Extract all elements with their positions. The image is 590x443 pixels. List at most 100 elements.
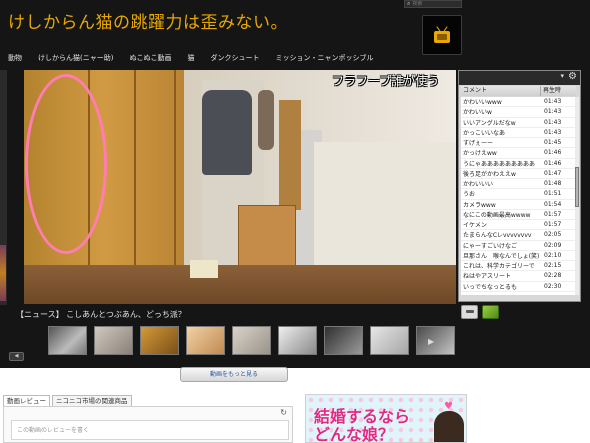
related-video-strip	[48, 326, 455, 356]
comment-panel-toolbar: ▾ ⚙	[459, 71, 580, 85]
left-ad-strip[interactable]	[0, 245, 6, 301]
related-video-thumb[interactable]	[370, 326, 409, 355]
scene-jacket	[202, 90, 252, 175]
comment-time: 01:46	[544, 159, 562, 167]
review-input[interactable]: この動画のレビューを書く	[11, 420, 289, 440]
related-video-thumb[interactable]	[232, 326, 271, 355]
comment-row[interactable]: これは、科学カテゴリーで 02:15	[461, 261, 576, 272]
tag-item[interactable]: 動物	[8, 53, 22, 63]
tv-button[interactable]	[422, 15, 462, 55]
comment-text: たまらんなCレvvvvvvvv	[463, 232, 532, 240]
comment-row[interactable]: たまらんなCレvvvvvvvv 02:05	[461, 230, 576, 241]
review-panel: ↻ この動画のレビューを書く	[3, 406, 293, 443]
gear-icon[interactable]: ⚙	[568, 71, 577, 82]
comment-time: 02:15	[544, 262, 562, 270]
comment-time: 02:30	[544, 282, 562, 290]
prev-arrow-icon[interactable]: ◀	[9, 352, 24, 361]
panel-buttons	[461, 305, 499, 319]
comment-row[interactable]: かわいいい 01:48	[461, 179, 576, 190]
comment-row[interactable]: かっこいいなあ 01:43	[461, 128, 576, 138]
ad-character	[434, 411, 464, 442]
comment-row[interactable]: すげぇーー 01:45	[461, 138, 576, 149]
comment-row[interactable]: かわいいw 01:43	[461, 107, 576, 118]
news-headline[interactable]: 【ニュース】 こしあんとつぶあん、どっち派？	[16, 309, 186, 320]
comment-time: 01:48	[544, 180, 562, 188]
comment-text: かっこいいなあ	[463, 129, 506, 137]
comment-row[interactable]: かわいいwww 01:43	[461, 97, 576, 108]
tag-item[interactable]: 猫	[187, 53, 194, 63]
tag-item[interactable]: ぬこぬこ動画	[129, 53, 171, 63]
comment-row[interactable]: ねはやアスリート 02:28	[461, 271, 576, 282]
comment-text: なにこの動画最高wwww	[463, 211, 531, 219]
comment-time: 01:43	[544, 108, 562, 116]
comment-text: かわいいwww	[463, 99, 502, 107]
related-video-thumb[interactable]	[186, 326, 225, 355]
comment-row[interactable]: 後ろ足がかわええw 01:47	[461, 169, 576, 179]
ad-banner[interactable]: ♥ 結婚するなら どんな娘？	[305, 394, 467, 443]
comment-text: かわいいい	[463, 181, 494, 189]
comment-time: 01:43	[544, 118, 562, 126]
related-video-thumb[interactable]	[278, 326, 317, 355]
comment-row[interactable]: カメラwww 01:54	[461, 200, 576, 210]
comment-text: これは、科学カテゴリーで	[463, 263, 535, 271]
related-video-thumb[interactable]	[324, 326, 363, 355]
column-header-comment[interactable]: コメント	[461, 86, 541, 96]
comment-row[interactable]: 旦那さん 喉なんでしょ(笑) 02:10	[461, 251, 576, 261]
column-header-time[interactable]: 再生時	[541, 86, 576, 96]
comment-row[interactable]: いっでちなっとるも 02:30	[461, 282, 576, 292]
comment-time: 01:43	[544, 98, 562, 106]
comment-row[interactable]: うにゃあああああああああ 01:46	[461, 159, 576, 169]
search-icon[interactable]: ⌕	[407, 1, 410, 7]
tag-item[interactable]: ミッション・ニャンポッシブル	[275, 53, 373, 63]
comment-text: いっでちなっとるも	[463, 283, 518, 291]
comment-row[interactable]: かっけえww 01:46	[461, 148, 576, 159]
comment-time: 02:28	[544, 272, 562, 280]
comment-time: 01:51	[544, 190, 562, 198]
more-videos-button[interactable]: 動画をもっと見る	[180, 367, 288, 382]
comment-time: 01:54	[544, 200, 562, 208]
comment-text: 旦那さん 喉なんでしょ(笑)	[463, 252, 540, 260]
reload-icon[interactable]: ↻	[280, 408, 287, 417]
video-title: けしからん猫の跳躍力は歪みない。	[8, 13, 288, 33]
related-video-thumb[interactable]	[416, 326, 455, 355]
pin-icon[interactable]: ▾	[560, 72, 564, 80]
search-input[interactable]	[412, 1, 453, 7]
comment-time: 01:57	[544, 210, 562, 218]
ichiba-panel-button[interactable]	[482, 305, 499, 319]
scene-counter	[314, 142, 456, 272]
comment-text: カメラwww	[463, 201, 496, 209]
tab-ichiba-products[interactable]: ニコニコ市場の関連商品	[52, 395, 132, 406]
comment-scrollbar[interactable]	[575, 97, 579, 295]
related-video-thumb[interactable]	[94, 326, 133, 355]
comment-time: 01:47	[544, 169, 562, 177]
related-video-thumb[interactable]	[140, 326, 179, 355]
comment-row[interactable]: なにこの動画最高wwww 01:57	[461, 210, 576, 220]
comment-text: にゃーすごいけなご	[463, 242, 518, 250]
comment-row[interactable]: イケメン 01:57	[461, 220, 576, 231]
tag-item[interactable]: ダンクシュート	[210, 53, 259, 63]
search-box[interactable]: ⌕	[404, 0, 462, 8]
scene-hoop	[25, 74, 107, 254]
comment-text: かわいいw	[463, 109, 492, 117]
japan-panel-button[interactable]	[461, 305, 478, 319]
comment-time: 01:43	[544, 128, 562, 136]
video-player[interactable]: フラフープ誰が使う	[24, 70, 456, 304]
comment-row[interactable]: にゃーすごいけなご 02:09	[461, 241, 576, 251]
heart-icon: ♥	[444, 401, 453, 412]
comment-time: 01:46	[544, 149, 562, 157]
bottom-tabs: 動画レビュー ニコニコ市場の関連商品	[3, 395, 134, 406]
comment-list[interactable]: かわいいwww 01:43 かわいいw 01:43 いいアングルだなw 01:43 か…	[461, 97, 576, 295]
related-video-thumb[interactable]	[48, 326, 87, 355]
comment-text: うにゃあああああああああ	[463, 160, 536, 168]
scrollbar-thumb[interactable]	[575, 167, 579, 207]
tag-item[interactable]: けしからん猫(ニャー助)	[38, 53, 113, 63]
comment-text: かっけえww	[463, 150, 497, 158]
scene-door	[279, 100, 301, 210]
tab-video-review[interactable]: 動画レビュー	[3, 395, 50, 406]
next-arrow-icon[interactable]: ▶	[428, 337, 434, 346]
ad-subheadline: どんな娘？	[314, 425, 395, 443]
comment-list-header: コメント 再生時	[461, 86, 576, 96]
tv-icon	[434, 31, 450, 43]
comment-row[interactable]: いいアングルだなw 01:43	[461, 118, 576, 128]
comment-row[interactable]: うお 01:51	[461, 189, 576, 200]
